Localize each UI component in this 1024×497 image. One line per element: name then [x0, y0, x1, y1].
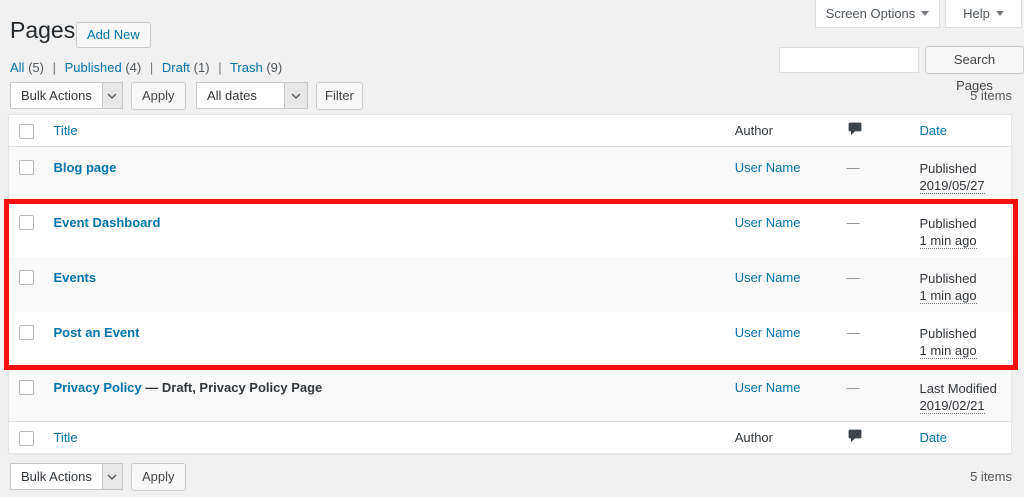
- chevron-down-icon: [995, 11, 1004, 16]
- search-pages-button[interactable]: Search Pages: [925, 46, 1024, 93]
- page-title-link[interactable]: Event Dashboard: [53, 215, 160, 230]
- filter-count-trash: (9): [266, 60, 283, 75]
- date-status: Last Modified: [919, 380, 997, 396]
- date-value: 1 min ago: [919, 287, 977, 304]
- items-count: 5 items: [970, 469, 1012, 484]
- apply-button-bottom[interactable]: Apply: [131, 463, 186, 491]
- page-title-link[interactable]: Events: [53, 270, 96, 285]
- dates-filter-select[interactable]: All dates: [196, 82, 308, 109]
- filter-count-all: (5): [28, 60, 44, 75]
- comments-icon: [847, 428, 863, 447]
- filter-link-all[interactable]: All: [10, 60, 24, 75]
- table-row: Event Dashboard User Name — Published 1 …: [9, 202, 1012, 257]
- page-title-link[interactable]: Blog page: [53, 160, 116, 175]
- bulk-actions-select-bottom[interactable]: Bulk Actions: [10, 463, 123, 490]
- filter-count-draft: (1): [193, 60, 210, 75]
- row-checkbox[interactable]: [19, 324, 34, 340]
- row-checkbox[interactable]: [19, 379, 34, 395]
- row-checkbox[interactable]: [19, 269, 34, 285]
- filter-button[interactable]: Filter: [316, 82, 363, 110]
- table-footer: Title Author Date: [8, 421, 1012, 454]
- pages-table: Title Author Date Blog page User Name — …: [8, 114, 1012, 454]
- table-row: Events User Name — Published 1 min ago: [8, 256, 1012, 312]
- column-header-date[interactable]: Date: [920, 123, 947, 138]
- screen-options-button[interactable]: Screen Options: [815, 0, 940, 28]
- filter-link-published[interactable]: Published: [65, 60, 122, 75]
- page-title-link[interactable]: Privacy Policy: [53, 380, 141, 395]
- separator: |: [52, 60, 56, 75]
- date-status: Published: [919, 215, 977, 231]
- table-row: Privacy Policy — Draft, Privacy Policy P…: [8, 366, 1012, 422]
- comments-icon: [847, 121, 863, 140]
- column-header-author: Author: [734, 123, 773, 138]
- select-all-checkbox[interactable]: [19, 123, 34, 139]
- pages-table-body: Blog page User Name — Published 2019/05/…: [8, 146, 1012, 422]
- date-value: 2019/05/27: [919, 178, 985, 194]
- row-checkbox[interactable]: [19, 160, 34, 176]
- comments-count: —: [846, 214, 860, 230]
- filter-link-draft[interactable]: Draft: [162, 60, 190, 75]
- date-status: Published: [919, 161, 977, 176]
- bulk-actions-value: Bulk Actions: [21, 88, 92, 103]
- page-title-link[interactable]: Post an Event: [53, 325, 139, 340]
- date-value: 1 min ago: [919, 342, 977, 359]
- filter-count-published: (4): [125, 60, 142, 75]
- bulk-actions-select[interactable]: Bulk Actions: [10, 82, 123, 109]
- select-chevron-icon: [284, 83, 307, 108]
- items-count: 5 items: [970, 88, 1012, 103]
- search-input[interactable]: [779, 47, 919, 73]
- column-header-title[interactable]: Title: [53, 123, 77, 138]
- table-row: Post an Event User Name — Published 1 mi…: [9, 312, 1012, 367]
- column-footer-date[interactable]: Date: [920, 430, 947, 445]
- dates-filter-value: All dates: [207, 88, 257, 103]
- author-link[interactable]: User Name: [735, 380, 801, 395]
- filter-link-trash[interactable]: Trash: [230, 60, 263, 75]
- date-status: Published: [919, 270, 977, 286]
- date-value: 2019/02/21: [919, 397, 985, 414]
- row-checkbox[interactable]: [19, 214, 34, 230]
- select-chevron-icon: [101, 464, 122, 489]
- date-status: Published: [919, 325, 977, 341]
- help-button[interactable]: Help: [945, 0, 1022, 28]
- chevron-down-icon: [921, 11, 930, 16]
- status-filter-links: All (5) | Published (4) | Draft (1) | Tr…: [10, 60, 282, 75]
- select-chevron-icon: [101, 83, 122, 108]
- date-value: 1 min ago: [919, 232, 977, 249]
- column-footer-author: Author: [734, 430, 773, 445]
- author-link[interactable]: User Name: [735, 160, 801, 175]
- bulk-actions-value: Bulk Actions: [21, 469, 92, 484]
- page-title: Pages: [10, 17, 76, 43]
- screen-options-label: Screen Options: [825, 6, 916, 21]
- comments-count: —: [846, 269, 860, 285]
- table-row: Blog page User Name — Published 2019/05/…: [8, 146, 1012, 202]
- separator: |: [218, 60, 222, 75]
- comments-count: —: [846, 324, 860, 340]
- select-all-checkbox[interactable]: [19, 430, 34, 446]
- table-header: Title Author Date: [8, 114, 1012, 147]
- separator: |: [149, 60, 154, 75]
- page-state-label: — Draft, Privacy Policy Page: [145, 379, 323, 395]
- pages-admin-screen: Pages Add New Screen Options Help All (5…: [0, 0, 1024, 497]
- author-link[interactable]: User Name: [735, 270, 801, 285]
- column-footer-title[interactable]: Title: [53, 430, 77, 445]
- author-link[interactable]: User Name: [735, 325, 801, 340]
- author-link[interactable]: User Name: [735, 215, 801, 230]
- add-new-button[interactable]: Add New: [76, 22, 151, 48]
- comments-count: —: [846, 379, 860, 395]
- comments-count: —: [846, 160, 860, 175]
- apply-button[interactable]: Apply: [131, 82, 186, 110]
- help-label: Help: [963, 6, 990, 21]
